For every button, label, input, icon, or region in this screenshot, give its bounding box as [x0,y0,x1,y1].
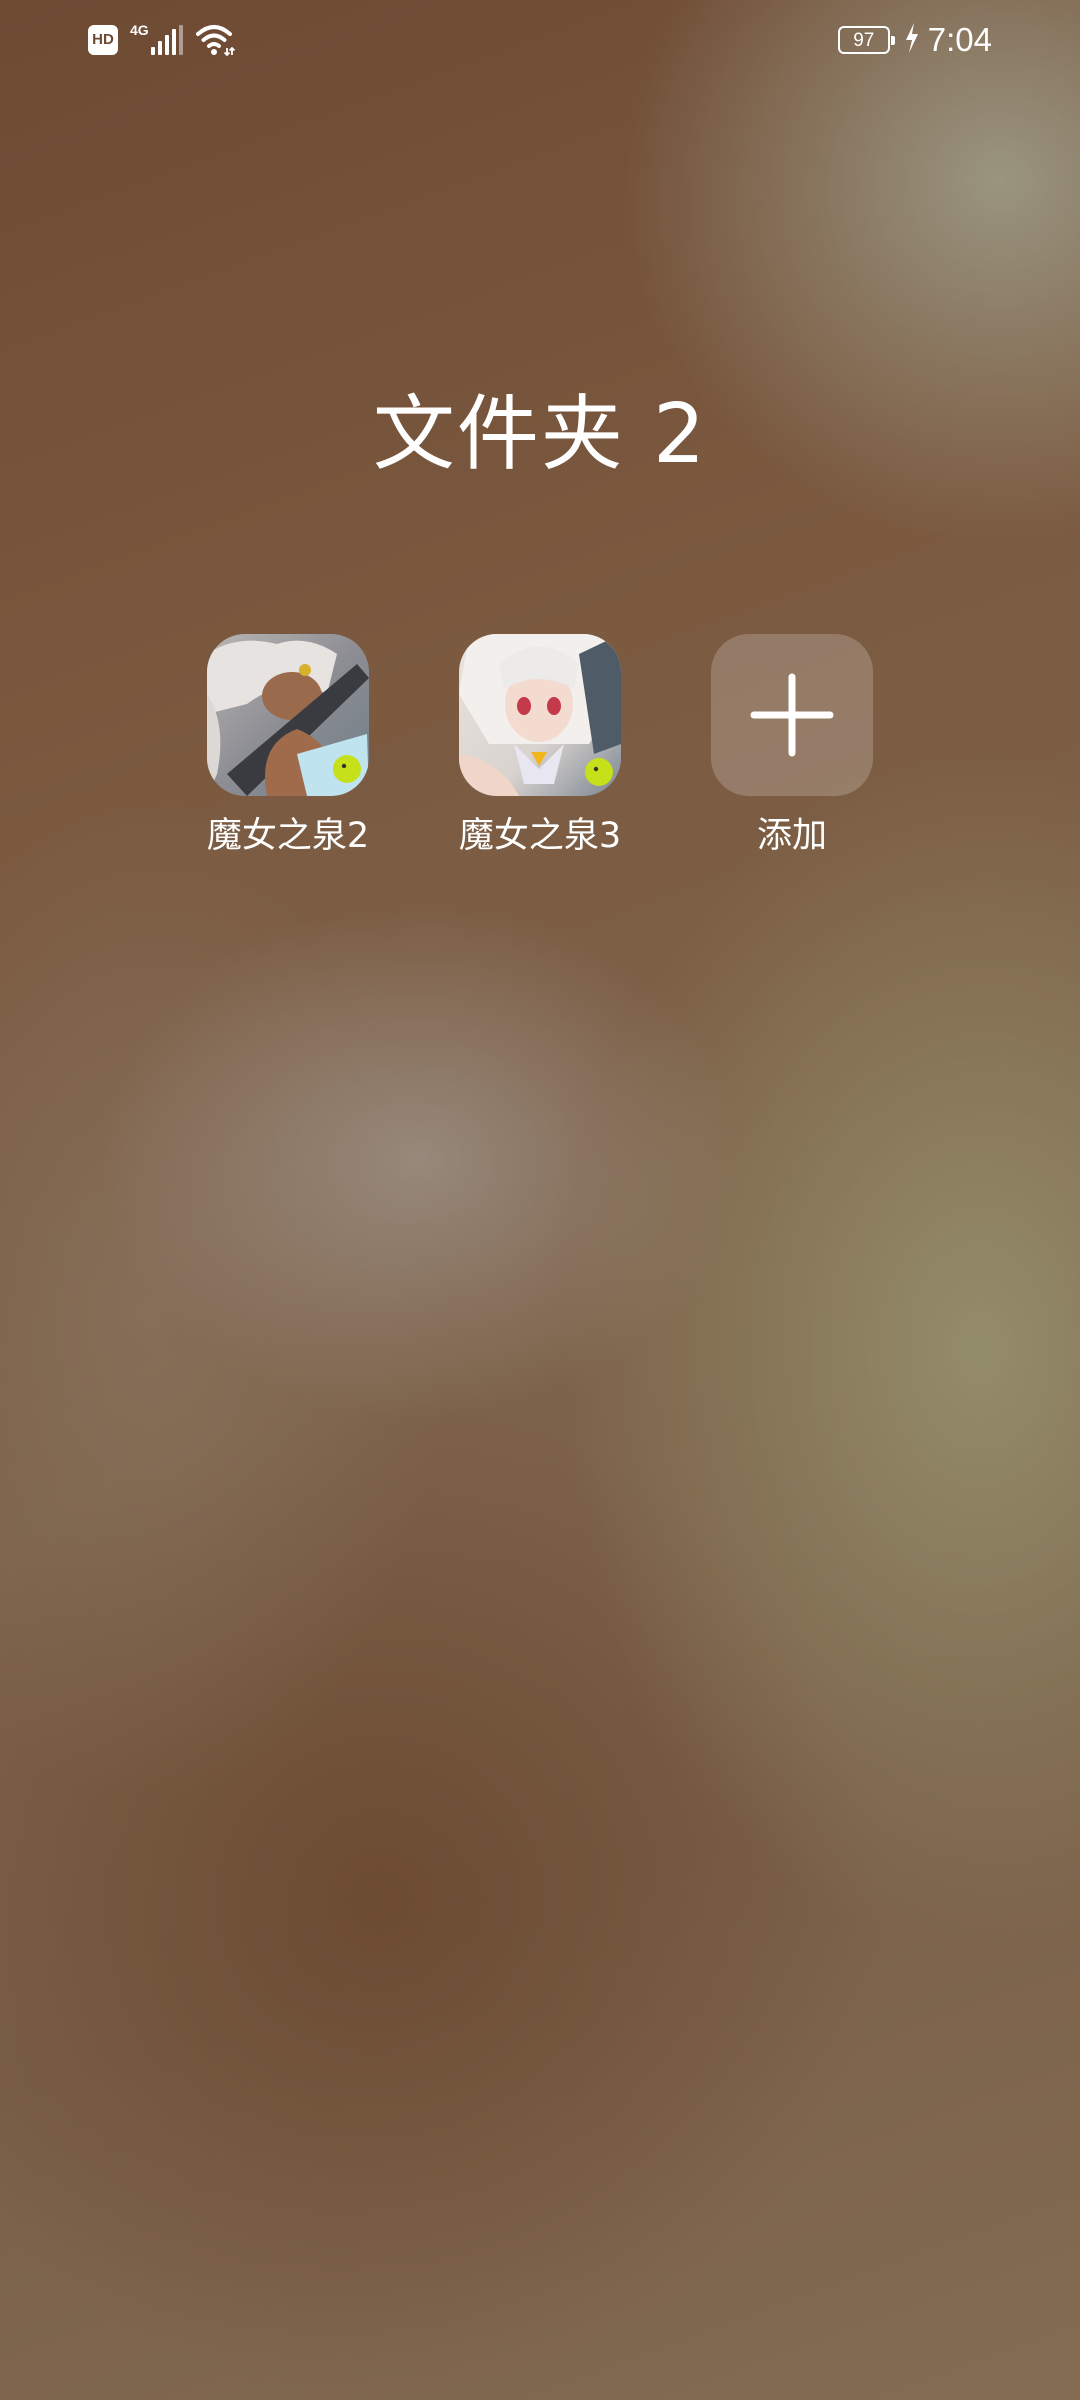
status-bar-right: 97 7:04 [837,18,992,62]
game-icon-witch-spring-3[interactable] [459,634,621,796]
battery-level: 97 [853,29,875,51]
signal-icon [150,25,183,55]
app-witch-spring-3[interactable]: 魔女之泉3 [435,634,645,858]
app-witch-spring-2[interactable]: 魔女之泉2 [183,634,393,858]
status-bar: HD 4G 97 7:04 [0,0,1080,80]
network-type: 4G [130,22,149,38]
battery-icon: 97 [837,26,895,54]
add-tile[interactable] [711,634,873,796]
app-label: 魔女之泉3 [458,816,622,856]
game-icon-witch-spring-2[interactable] [207,634,369,796]
add-label: 添加 [756,816,827,856]
plus-icon [750,673,834,757]
add-app-button[interactable]: 添加 [687,634,897,858]
app-label: 魔女之泉2 [206,816,370,856]
folder-app-grid: 魔女之泉2 魔女之泉3 添加 [0,634,1080,874]
clock: 7:04 [927,21,992,58]
hd-icon: HD [88,25,118,55]
status-bar-left: HD 4G [88,22,237,58]
wifi-icon [195,23,237,57]
charging-icon [904,22,920,58]
folder-title[interactable]: 文件夹 2 [0,380,1080,490]
